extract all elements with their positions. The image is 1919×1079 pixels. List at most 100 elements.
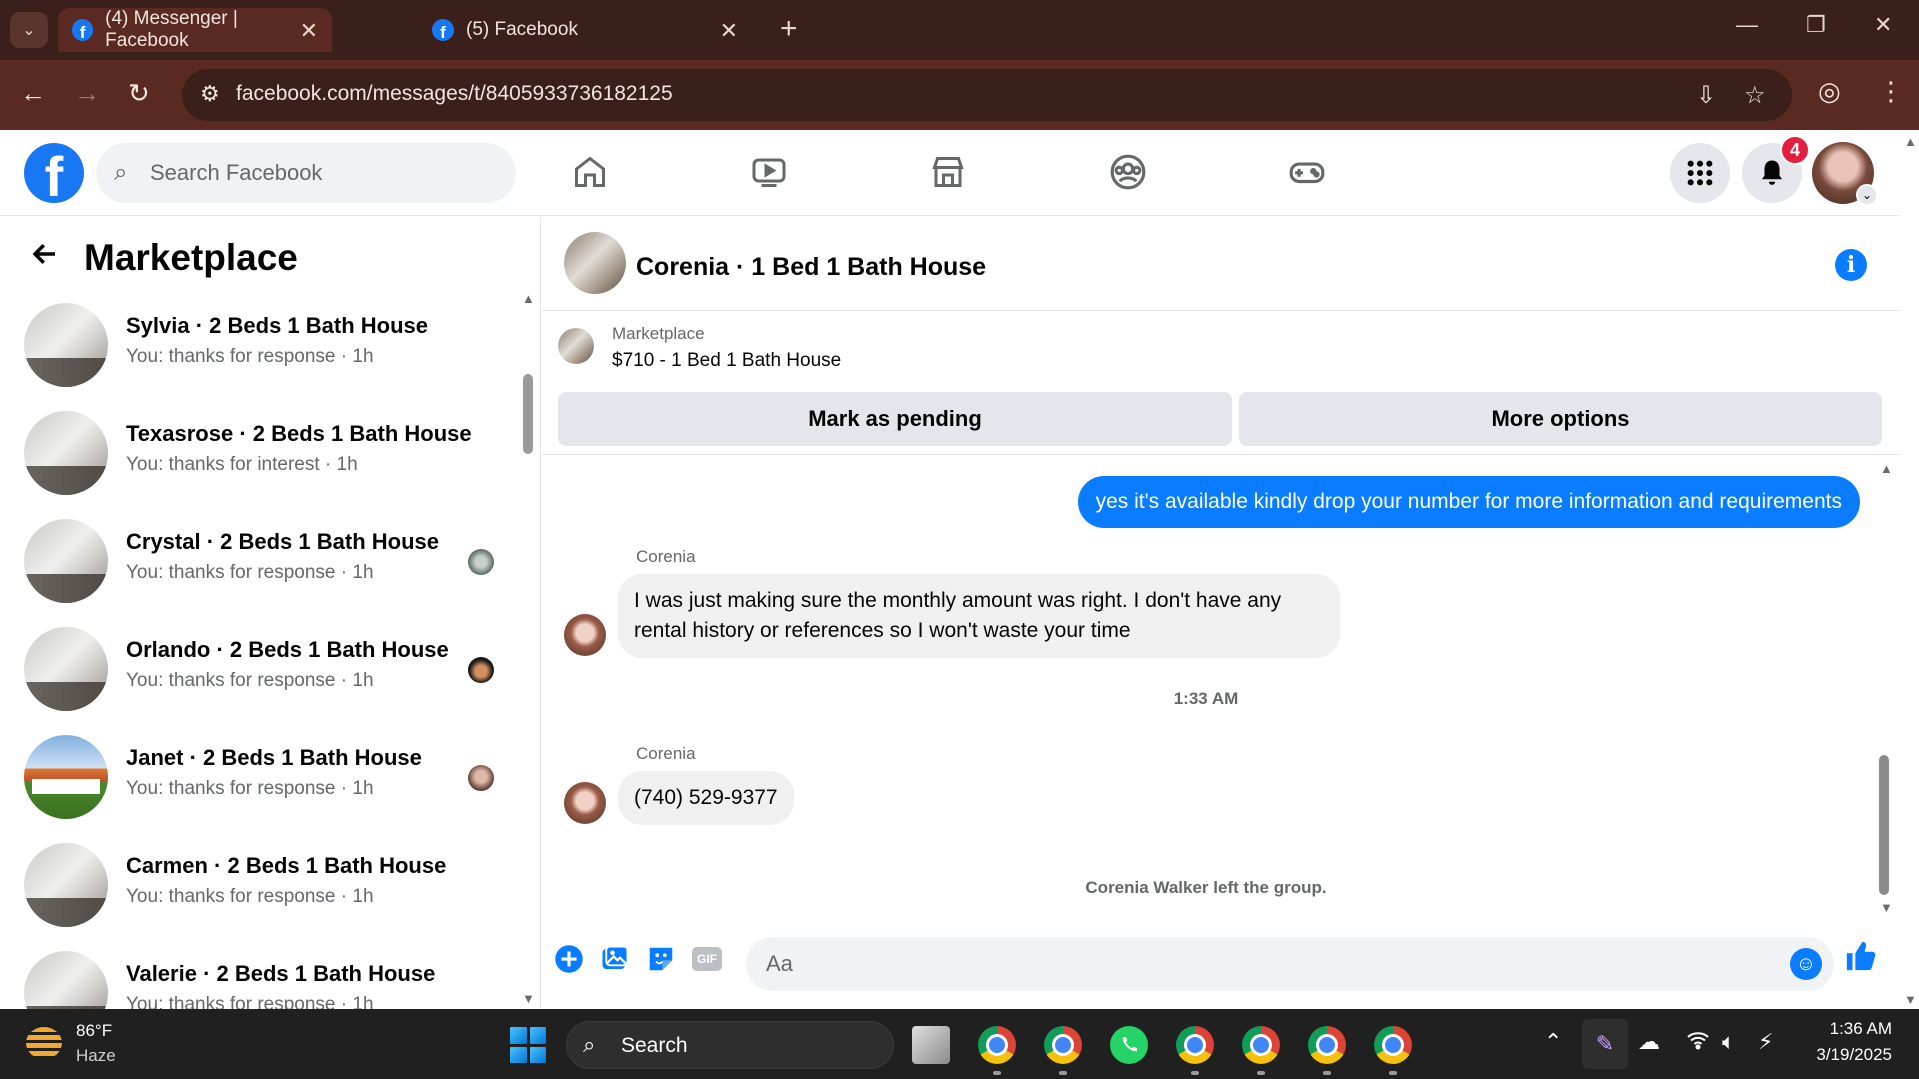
add-attachment-icon[interactable] <box>552 942 586 976</box>
chrome-profile-app-icon[interactable] <box>1374 1026 1412 1064</box>
taskbar-clock-date[interactable]: 3/19/2025 <box>1800 1045 1892 1065</box>
install-app-icon[interactable]: ⇩ <box>1696 81 1716 110</box>
chat-list-item[interactable]: Orlando · 2 Beds 1 Bath House You: thank… <box>0 627 510 727</box>
message-input[interactable] <box>766 937 1766 991</box>
window-close-icon[interactable]: ✕ <box>1874 12 1892 38</box>
chat-name: Carmen · 2 Beds 1 Bath House <box>126 853 447 878</box>
weather-haze-icon[interactable] <box>26 1027 62 1059</box>
tab-messenger[interactable]: f (4) Messenger | Facebook ✕ <box>58 8 332 52</box>
gaming-nav-icon[interactable] <box>1285 150 1329 194</box>
task-view-icon[interactable] <box>912 1026 950 1064</box>
close-tab-icon[interactable]: ✕ <box>720 18 738 44</box>
facebook-header: f ⌕ 4 ⌄ <box>0 130 1900 216</box>
chat-list-item[interactable]: Janet · 2 Beds 1 Bath House You: thanks … <box>0 735 510 835</box>
notification-badge: 4 <box>1780 135 1810 165</box>
account-avatar[interactable]: ⌄ <box>1812 142 1878 206</box>
windows-start-icon[interactable] <box>510 1027 546 1063</box>
chat-list-scrollbar[interactable] <box>523 374 533 454</box>
marketplace-nav-icon[interactable] <box>926 150 970 194</box>
photo-icon[interactable] <box>598 942 632 976</box>
chrome-profile-app-icon[interactable] <box>1176 1026 1214 1064</box>
info-icon[interactable]: i <box>1835 249 1867 281</box>
chat-list-item[interactable]: Valerie · 2 Beds 1 Bath House You: thank… <box>0 951 510 1009</box>
thumbs-up-icon[interactable] <box>1844 939 1878 981</box>
chat-list-item[interactable]: Texasrose · 2 Beds 1 Bath House You: tha… <box>0 411 510 511</box>
restore-icon[interactable]: ❐ <box>1806 12 1826 38</box>
message-composer[interactable]: ☺ <box>746 937 1834 991</box>
search-icon: ⌕ <box>583 1032 596 1057</box>
video-nav-icon[interactable] <box>747 150 791 194</box>
taskbar-clock-time[interactable]: 1:36 AM <box>1822 1019 1892 1039</box>
mark-as-pending-button[interactable]: Mark as pending <box>558 392 1232 446</box>
more-options-button[interactable]: More options <box>1239 392 1882 446</box>
chevron-down-icon: ⌄ <box>1856 184 1878 206</box>
message-bubble-incoming[interactable]: (740) 529-9377 <box>618 771 794 825</box>
groups-nav-icon[interactable] <box>1106 150 1150 194</box>
chrome-profile-app-icon[interactable] <box>1044 1026 1082 1064</box>
facebook-search[interactable]: ⌕ <box>96 143 516 203</box>
back-icon[interactable]: ← <box>20 78 46 109</box>
scroll-down-icon[interactable]: ▼ <box>1880 900 1893 915</box>
gif-icon[interactable]: GIF <box>690 942 724 976</box>
browser-toolbar: ← → ↻ ⚙ facebook.com/messages/t/84059337… <box>0 60 1919 130</box>
profile-icon[interactable]: ◎ <box>1818 76 1841 107</box>
weather-description[interactable]: Haze <box>76 1046 116 1066</box>
emoji-icon[interactable]: ☺ <box>1790 948 1822 980</box>
scroll-up-icon[interactable]: ▲ <box>522 291 535 306</box>
taskbar-search[interactable]: ⌕ Search <box>566 1021 894 1069</box>
chrome-profile-app-icon[interactable] <box>1308 1026 1346 1064</box>
chat-list-item[interactable]: Crystal · 2 Beds 1 Bath House You: thank… <box>0 519 510 619</box>
url-text[interactable]: facebook.com/messages/t/8405933736182125 <box>236 82 673 106</box>
facebook-favicon-icon: f <box>72 19 94 41</box>
menu-grid-button[interactable] <box>1670 143 1730 203</box>
conversation-scrollbar[interactable] <box>1879 755 1889 895</box>
address-bar[interactable]: ⚙ facebook.com/messages/t/84059337361821… <box>182 69 1792 121</box>
minimize-icon[interactable]: — <box>1736 12 1758 38</box>
chat-list-item[interactable]: Carmen · 2 Beds 1 Bath House You: thanks… <box>0 843 510 943</box>
listing-thumbnail[interactable] <box>558 328 594 364</box>
chat-name: Orlando · 2 Beds 1 Bath House <box>126 637 449 662</box>
scroll-down-icon[interactable]: ▼ <box>522 991 535 1006</box>
chrome-app-icon[interactable] <box>978 1026 1016 1064</box>
home-nav-icon[interactable] <box>568 150 612 194</box>
onedrive-cloud-icon[interactable]: ☁ <box>1638 1029 1660 1055</box>
site-settings-icon[interactable]: ⚙ <box>200 81 220 107</box>
scroll-up-icon[interactable]: ▲ <box>1904 134 1917 149</box>
wifi-icon[interactable] <box>1686 1029 1710 1057</box>
conversation-title[interactable]: Corenia · 1 Bed 1 Bath House <box>636 253 986 282</box>
chat-name: Valerie · 2 Beds 1 Bath House <box>126 961 436 986</box>
reload-icon[interactable]: ↻ <box>128 78 150 109</box>
whatsapp-app-icon[interactable] <box>1110 1026 1148 1064</box>
show-hidden-icons-chevron-icon[interactable]: ⌃ <box>1544 1029 1562 1055</box>
pen-tray-icon[interactable]: ✎ <box>1582 1019 1628 1069</box>
volume-icon[interactable]: 🔈︎ <box>1722 1029 1735 1055</box>
listing-price-title[interactable]: $710 - 1 Bed 1 Bath House <box>612 350 841 372</box>
search-input[interactable] <box>150 143 500 203</box>
scroll-up-icon[interactable]: ▲ <box>1880 461 1893 476</box>
new-tab-button[interactable]: + <box>780 12 798 46</box>
back-arrow-icon[interactable] <box>30 239 60 277</box>
listing-thumbnail <box>24 735 108 819</box>
conversation-avatar[interactable] <box>564 232 626 294</box>
facebook-logo-icon[interactable]: f <box>24 143 84 203</box>
sender-avatar[interactable] <box>564 782 606 824</box>
browser-menu-icon[interactable]: ⋮ <box>1878 76 1904 107</box>
bookmark-star-icon[interactable]: ☆ <box>1744 81 1766 110</box>
scroll-down-icon[interactable]: ▼ <box>1904 992 1917 1007</box>
page-scrollbar[interactable]: ▲ ▼ <box>1900 130 1919 1009</box>
chrome-profile-app-icon[interactable] <box>1242 1026 1280 1064</box>
chat-name: Crystal · 2 Beds 1 Bath House <box>126 529 439 554</box>
battery-charging-icon[interactable]: ⚡︎ <box>1758 1029 1773 1055</box>
tab-search-button[interactable]: ⌄ <box>10 12 48 48</box>
tab-facebook[interactable]: f (5) Facebook ✕ <box>418 8 752 52</box>
read-receipt-avatar <box>468 657 494 683</box>
chat-list-item[interactable]: Sylvia · 2 Beds 1 Bath House You: thanks… <box>0 303 510 403</box>
close-tab-icon[interactable]: ✕ <box>300 18 318 44</box>
sender-avatar[interactable] <box>564 614 606 656</box>
message-bubble-outgoing[interactable]: yes it's available kindly drop your numb… <box>1077 476 1860 528</box>
weather-temperature[interactable]: 86°F <box>76 1021 112 1041</box>
forward-icon[interactable]: → <box>74 78 100 109</box>
search-icon: ⌕ <box>114 159 128 186</box>
sticker-icon[interactable] <box>644 942 678 976</box>
message-bubble-incoming[interactable]: I was just making sure the monthly amoun… <box>618 574 1340 658</box>
